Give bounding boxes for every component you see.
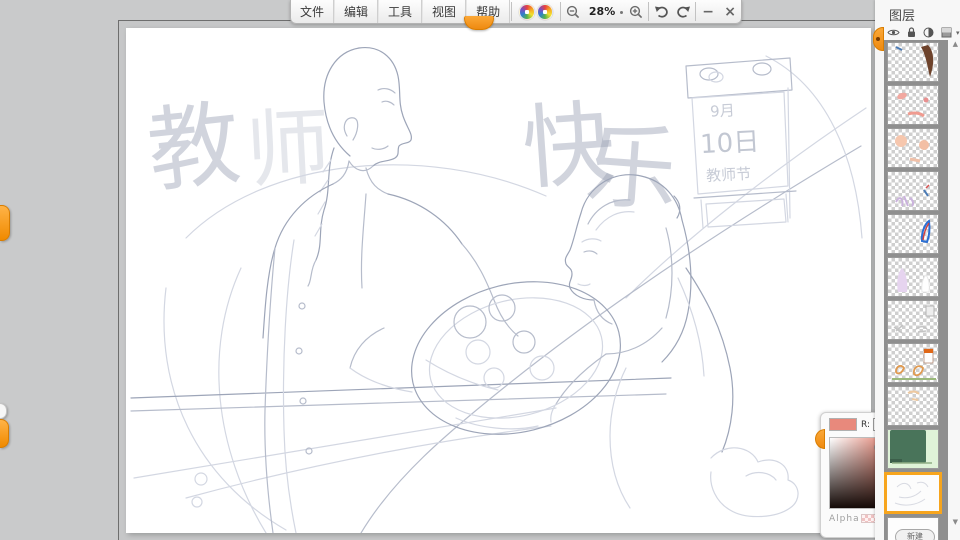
zoom-level-display[interactable]: 28% [584, 0, 620, 23]
layer-thumbnail[interactable] [887, 171, 939, 211]
lock-icon[interactable] [907, 27, 916, 38]
layer-thumbnail[interactable] [887, 343, 939, 383]
sketch-text-char2: 师 [244, 98, 333, 200]
layer-list [884, 40, 948, 540]
toolbar-separator [695, 2, 696, 21]
zoom-dropdown-icon[interactable] [620, 11, 623, 14]
calendar-day: 10日 [699, 127, 760, 160]
zoom-in-button[interactable] [625, 0, 647, 23]
visibility-eye-icon[interactable] [887, 28, 900, 37]
layer-thumbnail[interactable] [887, 128, 939, 168]
redo-button[interactable] [672, 0, 694, 23]
mascot-eye-right-icon [537, 4, 553, 20]
mascot-eye-left-icon [519, 4, 535, 20]
layer-thumbnail[interactable] [887, 429, 939, 469]
layers-panel-handle[interactable] [873, 27, 884, 51]
layers-panel-title: 图层 [889, 5, 915, 24]
layer-thumbnail[interactable] [887, 214, 939, 254]
scroll-down-icon[interactable]: ▼ [953, 518, 958, 526]
layer-menu-caret-icon[interactable]: ▾ [956, 29, 960, 37]
layer-toolbar: ▾ [887, 27, 960, 38]
left-panel-handle-1[interactable] [0, 205, 10, 241]
mascot-logo[interactable] [513, 0, 559, 23]
layer-thumbnail[interactable] [887, 42, 939, 82]
sketch-text-char4: 乐 [582, 112, 681, 225]
sketch-text-char1: 教 [143, 90, 246, 206]
zoom-in-icon [629, 5, 643, 19]
opacity-menu-icon[interactable] [941, 27, 952, 38]
toolbar-separator [560, 2, 561, 21]
toolbar-separator [511, 2, 512, 21]
pencil-sketch: 教 师 快 乐 [126, 28, 871, 533]
left-panel-handle-2-top[interactable] [0, 403, 7, 419]
menu-edit[interactable]: 编辑 [334, 0, 378, 23]
layer-thumbnail[interactable] [887, 85, 939, 125]
left-panel-handle-2[interactable] [0, 419, 9, 448]
calendar-event: 教师节 [706, 165, 752, 185]
menu-view[interactable]: 视图 [422, 0, 466, 23]
minimize-button[interactable]: − [697, 0, 719, 23]
alpha-label: Alpha [829, 514, 860, 524]
drawing-canvas[interactable]: 教 师 快 乐 [126, 28, 871, 533]
red-channel-label: R: [861, 420, 870, 430]
layer-thumbnail[interactable] [887, 257, 939, 297]
scroll-up-icon[interactable]: ▲ [953, 40, 958, 48]
top-toolbar: 文件 编辑 工具 视图 帮助 28% [290, 0, 742, 24]
menu-file[interactable]: 文件 [291, 0, 334, 23]
zoom-out-button[interactable] [562, 0, 584, 23]
layer-thumbnail[interactable] [887, 386, 939, 426]
undo-button[interactable] [650, 0, 672, 23]
toolbar-separator [648, 2, 649, 21]
close-button[interactable]: × [719, 0, 741, 23]
blend-mode-icon[interactable] [923, 27, 934, 38]
zoom-out-icon [566, 5, 580, 19]
undo-icon [654, 5, 669, 18]
current-color-swatch[interactable] [829, 418, 857, 431]
layer-thumbnail[interactable] [887, 300, 939, 340]
new-layer-button[interactable]: 新建 [895, 529, 935, 540]
calendar-month: 9月 [710, 101, 735, 120]
menu-tools[interactable]: 工具 [378, 0, 422, 23]
layer-thumbnail-selected[interactable] [884, 472, 942, 514]
layers-panel: 图层 ▾ [875, 0, 960, 540]
redo-icon [676, 5, 691, 18]
